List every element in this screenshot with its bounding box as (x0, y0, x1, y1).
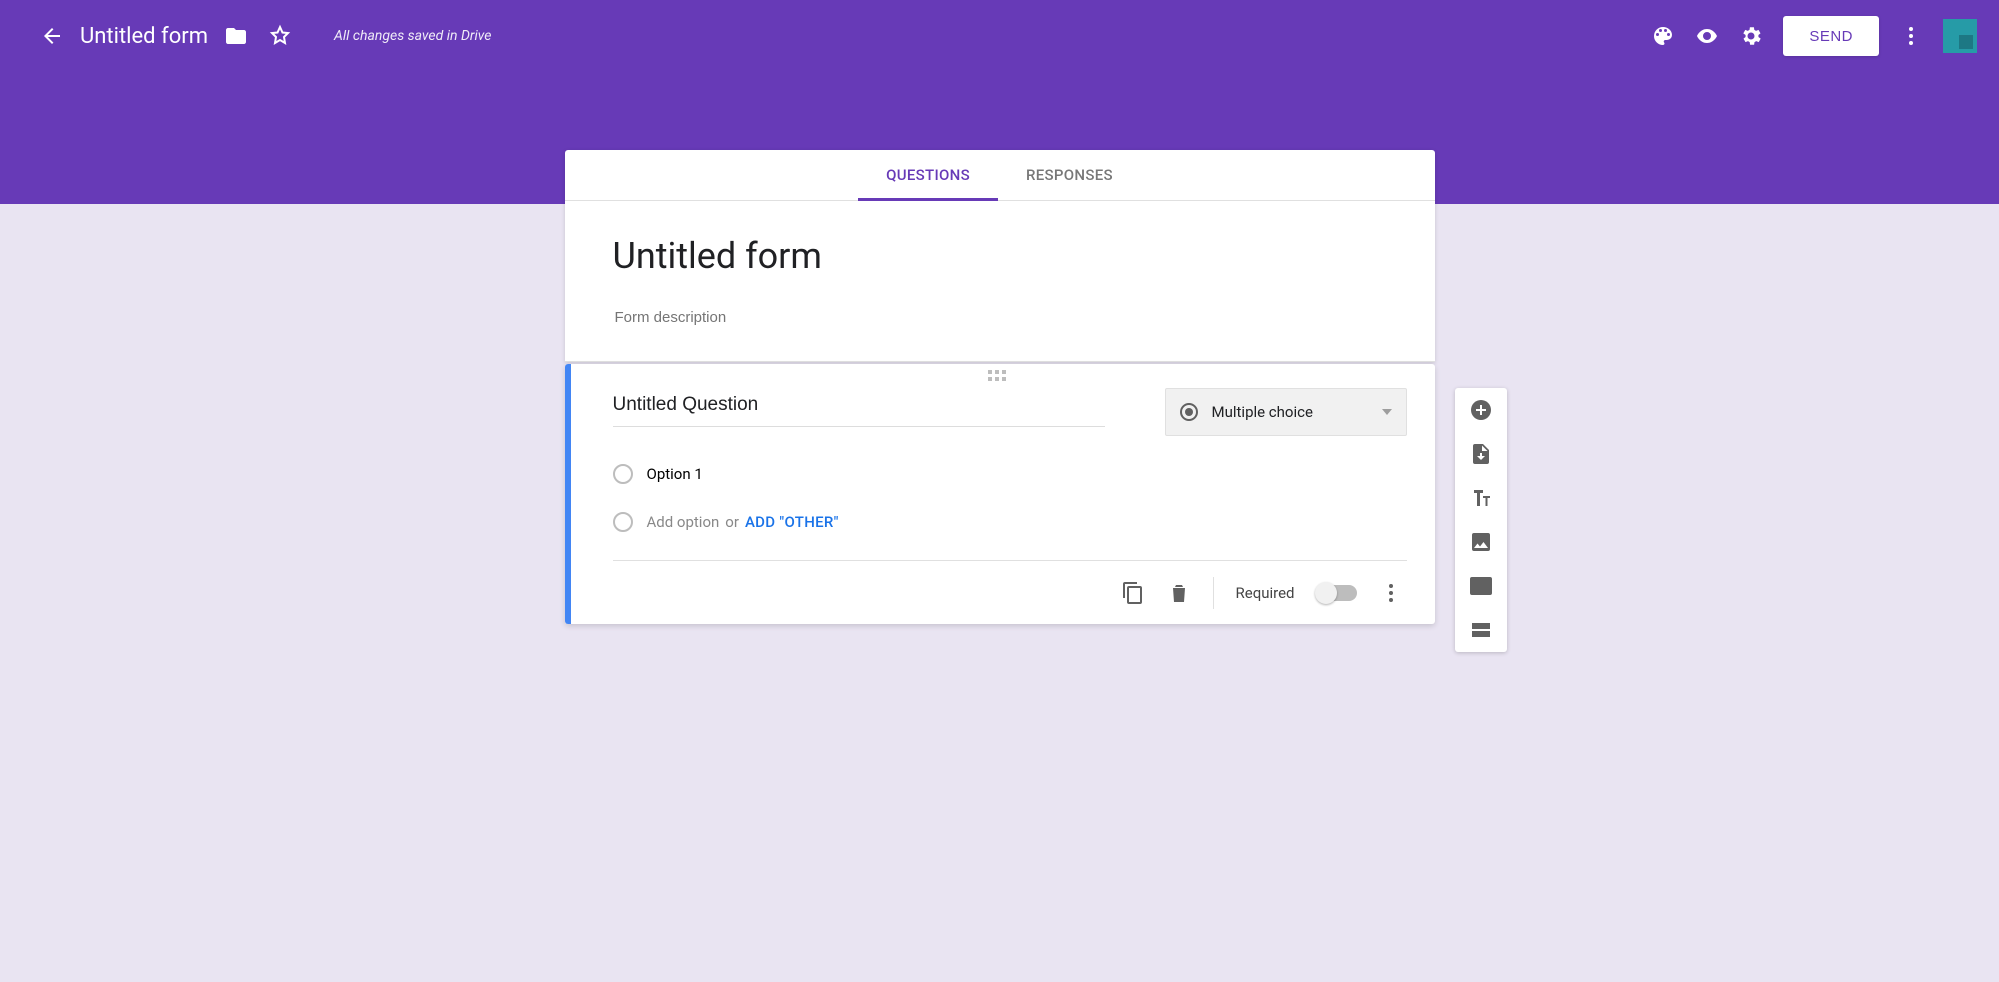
more-vert-icon[interactable] (1899, 24, 1923, 48)
form-description-input[interactable] (613, 308, 1387, 327)
add-title-icon[interactable] (1469, 486, 1493, 510)
add-option-row: Add option or ADD "OTHER" (613, 512, 1407, 532)
question-type-select[interactable]: Multiple choice (1165, 388, 1407, 436)
floating-toolbar (1455, 388, 1507, 652)
required-toggle[interactable] (1317, 585, 1357, 601)
add-option-text[interactable]: Add option (647, 513, 720, 531)
account-avatar[interactable] (1943, 19, 1977, 53)
tab-questions[interactable]: QUESTIONS (858, 150, 998, 200)
tab-responses[interactable]: RESPONSES (998, 150, 1141, 200)
settings-gear-icon[interactable] (1739, 24, 1763, 48)
question-title-input[interactable] (613, 388, 1105, 427)
form-title-header[interactable]: Untitled form (80, 24, 208, 49)
send-button[interactable]: SEND (1783, 16, 1879, 56)
question-card: Multiple choice Option 1 Add option or A… (565, 364, 1435, 624)
duplicate-icon[interactable] (1121, 581, 1145, 605)
radio-icon (1180, 403, 1198, 421)
option-label[interactable]: Option 1 (647, 465, 703, 483)
question-type-label: Multiple choice (1212, 403, 1313, 421)
add-section-icon[interactable] (1469, 618, 1493, 642)
add-image-icon[interactable] (1469, 530, 1493, 554)
add-video-icon[interactable] (1469, 574, 1493, 598)
palette-icon[interactable] (1651, 24, 1675, 48)
radio-outline-icon (613, 464, 633, 484)
option-row[interactable]: Option 1 (613, 464, 1407, 484)
question-footer: Required (613, 560, 1407, 624)
form-header-card: QUESTIONS RESPONSES Untitled form (565, 150, 1435, 362)
save-status: All changes saved in Drive (334, 28, 491, 44)
folder-icon[interactable] (224, 24, 248, 48)
preview-icon[interactable] (1695, 24, 1719, 48)
divider (1213, 577, 1214, 609)
required-label: Required (1236, 584, 1295, 602)
back-arrow-icon[interactable] (40, 24, 64, 48)
or-text: or (725, 513, 739, 531)
chevron-down-icon (1382, 409, 1392, 415)
drag-handle-icon[interactable] (988, 370, 1012, 381)
tabs: QUESTIONS RESPONSES (565, 150, 1435, 201)
more-vert-icon[interactable] (1379, 581, 1403, 605)
add-question-icon[interactable] (1469, 398, 1493, 422)
import-questions-icon[interactable] (1469, 442, 1493, 466)
star-icon[interactable] (268, 24, 292, 48)
radio-outline-icon (613, 512, 633, 532)
add-other-button[interactable]: ADD "OTHER" (745, 513, 839, 531)
form-title[interactable]: Untitled form (613, 235, 1387, 277)
delete-icon[interactable] (1167, 581, 1191, 605)
